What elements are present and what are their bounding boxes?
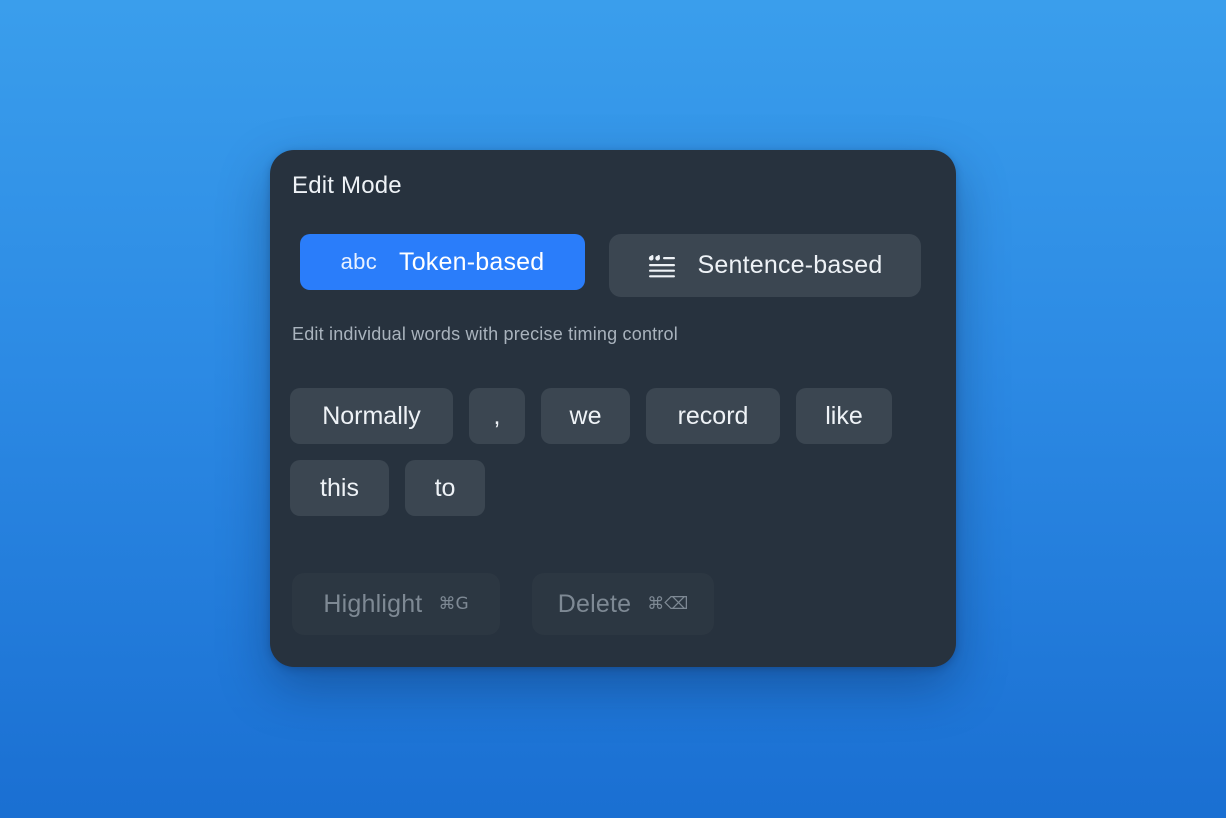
delete-label: Delete xyxy=(557,589,632,618)
token-chip[interactable]: this xyxy=(290,460,389,516)
token-chip[interactable]: , xyxy=(469,388,525,444)
token-chip[interactable]: we xyxy=(541,388,630,444)
highlight-button[interactable]: Highlight ⌘G xyxy=(292,573,500,635)
abc-text-icon: abc xyxy=(340,249,377,274)
quote-lines-icon xyxy=(648,254,676,278)
highlight-label: Highlight xyxy=(323,589,423,618)
delete-button[interactable]: Delete ⌘⌫ xyxy=(532,573,714,635)
token-based-label: Token-based xyxy=(399,247,545,276)
sentence-based-label: Sentence-based xyxy=(697,251,883,279)
sentence-based-mode-button[interactable]: Sentence-based xyxy=(609,234,921,297)
panel-title: Edit Mode xyxy=(292,172,402,199)
token-chip[interactable]: like xyxy=(796,388,892,444)
token-chip[interactable]: to xyxy=(405,460,485,516)
edit-mode-panel: Edit Mode abc Token-based Sentence-based xyxy=(270,150,956,667)
highlight-shortcut: ⌘G xyxy=(438,594,469,614)
token-based-mode-button[interactable]: abc Token-based xyxy=(300,234,585,290)
token-chip[interactable]: record xyxy=(646,388,780,444)
token-chip[interactable]: Normally xyxy=(290,388,453,444)
delete-shortcut: ⌘⌫ xyxy=(647,594,689,614)
mode-description: Edit individual words with precise timin… xyxy=(292,324,678,344)
